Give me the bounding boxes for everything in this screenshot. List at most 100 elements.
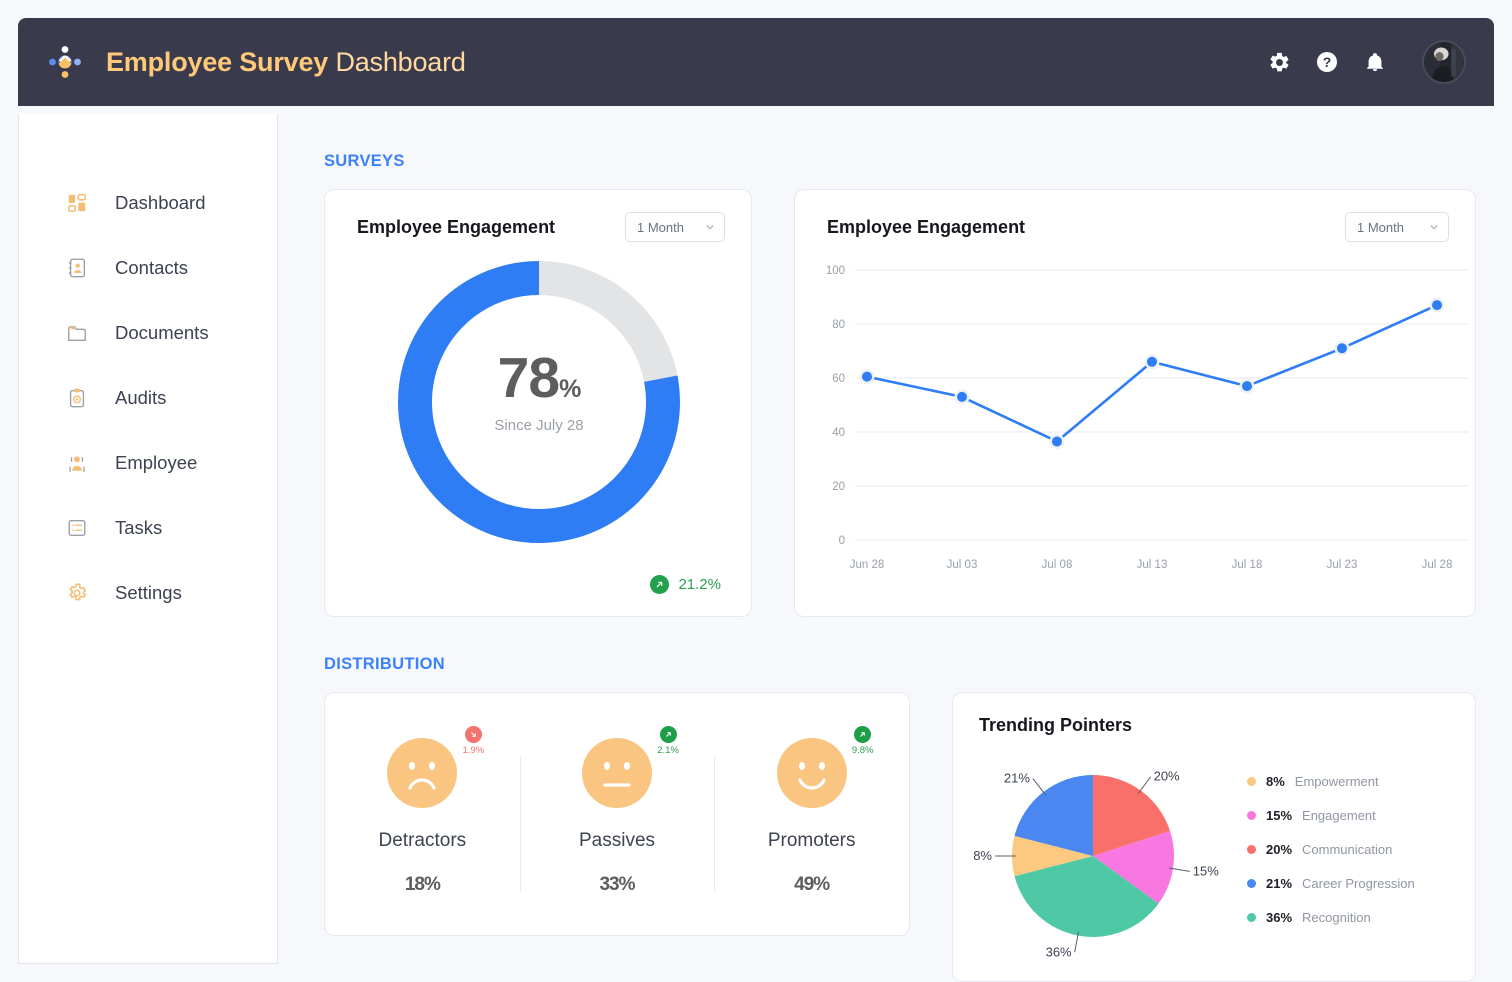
distribution-value: 49%	[794, 854, 829, 898]
chevron-down-icon	[1429, 222, 1439, 232]
brand: Employee Survey Dashboard	[44, 41, 466, 83]
section-title-surveys: SURVEYS	[324, 152, 1494, 171]
period-select-value: 1 Month	[637, 220, 684, 235]
contacts-card-icon	[65, 256, 89, 280]
svg-text:Jul 28: Jul 28	[1422, 559, 1453, 571]
distribution-value-percent: %	[813, 874, 829, 895]
svg-text:80: 80	[832, 319, 845, 331]
donut-value-number: 78	[498, 346, 559, 410]
distribution-label: Promoters	[768, 830, 856, 852]
legend-label: Engagement	[1302, 808, 1376, 823]
donut-chart: 78% Since July 28	[325, 246, 753, 558]
distribution-value-number: 49	[794, 874, 813, 895]
distribution-value-percent: %	[424, 874, 440, 895]
sidebar-item-dashboard[interactable]: Dashboard	[19, 170, 277, 235]
svg-text:21%: 21%	[1004, 771, 1030, 786]
svg-text:15%: 15%	[1193, 863, 1219, 878]
line-chart: 020406080100Jun 28Jul 03Jul 08Jul 13Jul …	[795, 252, 1477, 597]
trending-pointers-card: Trending Pointers 20% 15% 36% 8% 21% 8% Empo…	[952, 692, 1476, 982]
distribution-value-number: 18	[405, 874, 424, 895]
arrow-up-right-icon	[650, 575, 669, 594]
svg-text:20%: 20%	[1154, 769, 1180, 784]
card-title: Employee Engagement	[357, 217, 555, 238]
surveys-row: Employee Engagement 1 Month	[324, 189, 1494, 617]
svg-text:?: ?	[1323, 54, 1332, 70]
svg-text:Jul 18: Jul 18	[1232, 559, 1263, 571]
sidebar-item-tasks[interactable]: Tasks	[19, 495, 277, 560]
dashboard-grid-icon	[65, 191, 89, 215]
card-title: Trending Pointers	[953, 693, 1475, 736]
donut-value: 78%	[325, 350, 753, 407]
user-group-icon	[65, 451, 89, 475]
sidebar-item-documents[interactable]: Documents	[19, 300, 277, 365]
donut-value-percent: %	[559, 375, 580, 403]
app-title-normal: Dashboard	[335, 47, 465, 77]
legend-item: 21% Career Progression	[1247, 876, 1415, 891]
distribution-faces: 1.9% Detractors 18%	[325, 693, 909, 935]
bell-icon[interactable]	[1362, 49, 1388, 75]
delta-badge: 9.8%	[841, 726, 885, 756]
section-title-distribution: DISTRIBUTION	[324, 655, 1494, 674]
people-diamond-logo-icon	[44, 41, 86, 83]
arrow-up-right-icon	[854, 726, 871, 743]
legend-color-dot	[1247, 845, 1256, 854]
distribution-value: 18%	[405, 854, 440, 898]
legend-color-dot	[1247, 777, 1256, 786]
distribution-value: 33%	[599, 854, 634, 898]
sidebar-item-audits[interactable]: Audits	[19, 365, 277, 430]
svg-text:Jul 13: Jul 13	[1137, 559, 1168, 571]
pie-legend: 8% Empowerment 15% Engagement 20% Commun…	[1243, 774, 1415, 925]
period-select-donut[interactable]: 1 Month	[625, 212, 725, 242]
engagement-donut-card: Employee Engagement 1 Month	[324, 189, 752, 617]
period-select-line[interactable]: 1 Month	[1345, 212, 1449, 242]
sidebar-item-label: Audits	[115, 387, 166, 409]
sidebar-item-settings[interactable]: Settings	[19, 560, 277, 625]
card-title: Employee Engagement	[827, 217, 1025, 238]
sidebar-item-label: Documents	[115, 322, 209, 344]
legend-item: 36% Recognition	[1247, 910, 1415, 925]
distribution-card: 1.9% Detractors 18%	[324, 692, 910, 936]
sidebar-nav: Dashboard Contacts	[19, 114, 277, 625]
svg-text:0: 0	[839, 535, 845, 547]
sidebar-item-label: Settings	[115, 582, 182, 604]
svg-text:Jun 28: Jun 28	[850, 559, 885, 571]
svg-text:Jul 03: Jul 03	[947, 559, 978, 571]
svg-text:36%: 36%	[1046, 944, 1072, 959]
legend-percent: 21%	[1266, 876, 1292, 891]
gear-icon[interactable]	[1266, 49, 1292, 75]
legend-item: 8% Empowerment	[1247, 774, 1415, 789]
legend-percent: 20%	[1266, 842, 1292, 857]
arrow-down-right-icon	[465, 726, 482, 743]
happy-face-icon: 9.8%	[777, 738, 847, 808]
legend-label: Career Progression	[1302, 876, 1415, 891]
task-list-icon	[65, 516, 89, 540]
legend-percent: 15%	[1266, 808, 1292, 823]
sidebar-item-employee[interactable]: Employee	[19, 430, 277, 495]
app-header: Employee Survey Dashboard ?	[18, 18, 1494, 106]
main-content: SURVEYS Employee Engagement 1 Month	[302, 114, 1494, 982]
legend-label: Communication	[1302, 842, 1392, 857]
svg-text:20: 20	[832, 481, 845, 493]
svg-text:Jul 08: Jul 08	[1042, 559, 1073, 571]
sidebar-item-label: Contacts	[115, 257, 188, 279]
header-actions: ?	[1266, 40, 1466, 84]
legend-item: 15% Engagement	[1247, 808, 1415, 823]
svg-text:8%: 8%	[973, 848, 992, 863]
distribution-value-percent: %	[619, 874, 635, 895]
help-circle-icon[interactable]: ?	[1314, 49, 1340, 75]
distribution-label: Passives	[579, 830, 655, 852]
svg-text:60: 60	[832, 373, 845, 385]
legend-percent: 36%	[1266, 910, 1292, 925]
avatar[interactable]	[1422, 40, 1466, 84]
distribution-item-promoters: 9.8% Promoters 49%	[714, 738, 909, 898]
card-header: Employee Engagement 1 Month	[325, 190, 751, 242]
delta-value: 2.1%	[646, 745, 690, 756]
sidebar-item-label: Dashboard	[115, 192, 206, 214]
delta-badge: 1.9%	[451, 726, 495, 756]
legend-item: 20% Communication	[1247, 842, 1415, 857]
distribution-row: 1.9% Detractors 18%	[324, 692, 1494, 982]
sidebar-item-contacts[interactable]: Contacts	[19, 235, 277, 300]
clipboard-check-icon	[65, 386, 89, 410]
donut-trend-badge: 21.2%	[650, 575, 721, 594]
distribution-item-detractors: 1.9% Detractors 18%	[325, 738, 520, 898]
